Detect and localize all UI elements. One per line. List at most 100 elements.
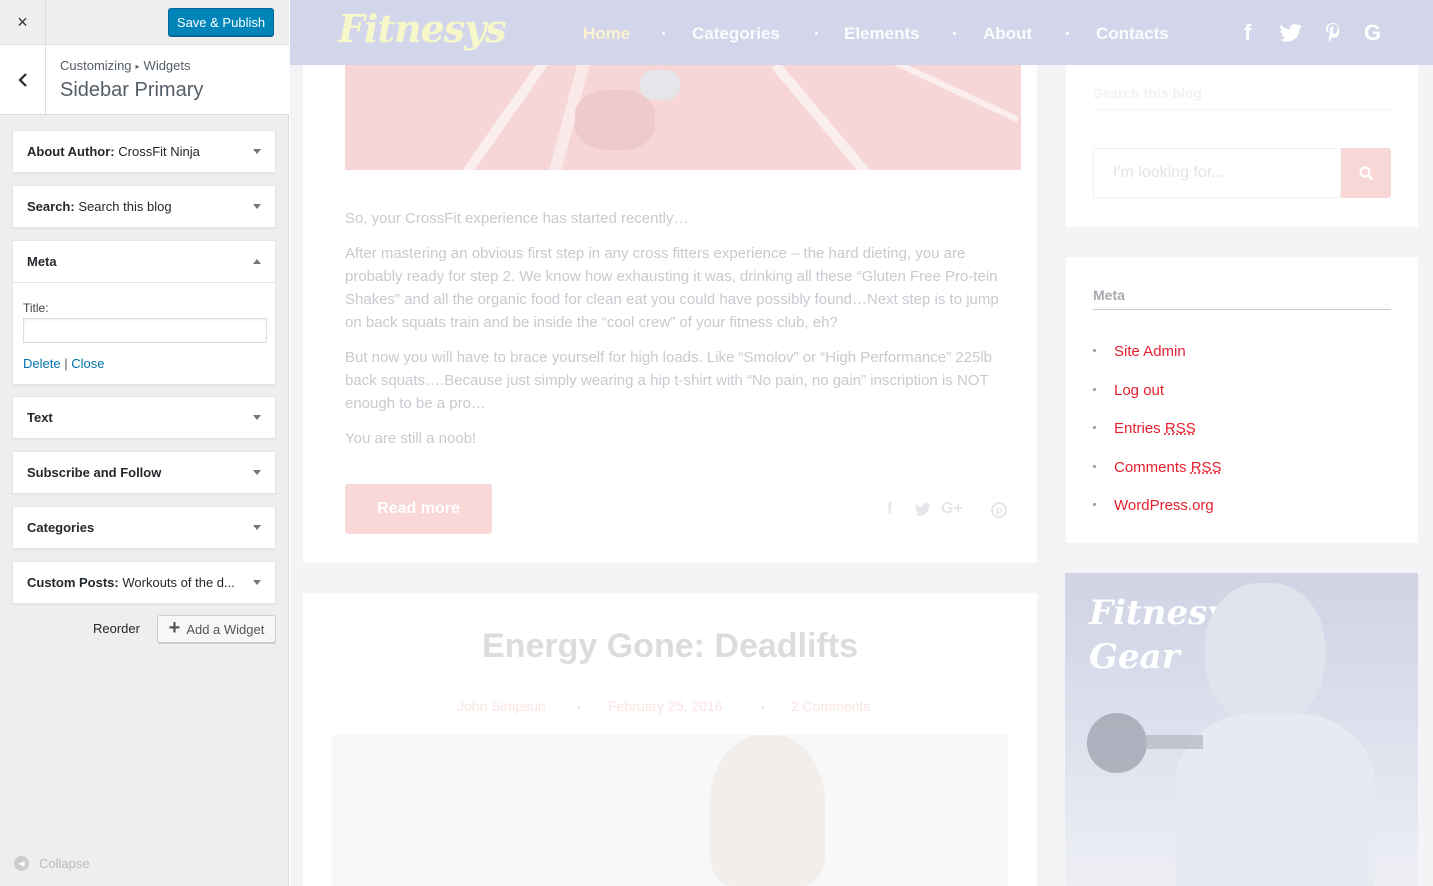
breadcrumb-widgets: Widgets bbox=[143, 58, 191, 73]
customizer-panel: × Save & Publish Customizing ▸ Widgets Sid… bbox=[0, 0, 289, 886]
widget-value: Search this blog bbox=[78, 199, 172, 214]
track-lane-line bbox=[880, 65, 1020, 123]
breadcrumb-separator-icon: ▸ bbox=[135, 62, 140, 71]
expand-arrow-icon[interactable] bbox=[253, 470, 261, 475]
twitter-icon[interactable] bbox=[1280, 24, 1302, 42]
widget-text[interactable]: Text bbox=[12, 396, 276, 439]
plus-icon: + bbox=[168, 617, 181, 639]
breadcrumb-customizing: Customizing bbox=[60, 58, 132, 73]
pinterest-icon[interactable] bbox=[1324, 22, 1342, 44]
post-paragraph: But now you will have to brace yourself … bbox=[345, 349, 992, 412]
divider bbox=[1093, 109, 1391, 110]
post-author[interactable]: John Simpsun bbox=[457, 698, 546, 714]
post-comments[interactable]: 2 Comments bbox=[791, 698, 870, 714]
meta-link-site-admin[interactable]: Site Admin bbox=[1093, 343, 1186, 360]
action-separator: | bbox=[64, 356, 68, 371]
dumbbell-bar bbox=[1143, 735, 1203, 749]
widget-value: CrossFit Ninja bbox=[118, 144, 200, 159]
expand-arrow-icon[interactable] bbox=[253, 149, 261, 154]
post-paragraph: You are still a noob! bbox=[345, 430, 477, 447]
nav-elements[interactable]: Elements bbox=[844, 24, 920, 44]
pinterest-icon[interactable]: p bbox=[991, 502, 1007, 518]
add-widget-button[interactable]: + Add a Widget bbox=[157, 615, 276, 643]
search-icon bbox=[1359, 166, 1373, 180]
search-button[interactable] bbox=[1341, 148, 1391, 198]
widget-name: Custom Posts bbox=[27, 575, 115, 590]
site-logo[interactable]: Fitnesys bbox=[338, 6, 507, 51]
expand-arrow-icon[interactable] bbox=[253, 415, 261, 420]
expand-arrow-icon[interactable] bbox=[253, 580, 261, 585]
divider bbox=[1093, 309, 1391, 310]
collapse-button[interactable]: ◀ Collapse bbox=[14, 856, 90, 871]
facebook-icon[interactable]: f bbox=[887, 500, 892, 518]
section-title-bar: Customizing ▸ Widgets Sidebar Primary bbox=[0, 45, 289, 115]
search-input[interactable]: I'm looking for... bbox=[1093, 148, 1341, 198]
nav-separator bbox=[953, 32, 956, 35]
title-label: Title: bbox=[23, 301, 49, 315]
widget-categories[interactable]: Categories bbox=[12, 506, 276, 549]
expand-arrow-icon[interactable] bbox=[253, 525, 261, 530]
delete-link[interactable]: Delete bbox=[23, 356, 61, 371]
back-button[interactable] bbox=[0, 45, 46, 114]
widget-name: Categories bbox=[27, 520, 95, 535]
nav-contacts[interactable]: Contacts bbox=[1096, 24, 1169, 44]
runner-shadow bbox=[575, 90, 655, 150]
read-more-button[interactable]: Read more bbox=[345, 484, 492, 534]
person-face bbox=[710, 735, 825, 886]
meta-widget: Meta Site Admin Log out Entries RSS Comm… bbox=[1066, 257, 1418, 543]
meta-link-comments-rss[interactable]: Comments RSS bbox=[1093, 459, 1222, 476]
widget-about-author[interactable]: About Author: CrossFit Ninja bbox=[12, 130, 276, 173]
track-lane-line bbox=[450, 65, 550, 170]
widget-subscribe-follow[interactable]: Subscribe and Follow bbox=[12, 451, 276, 494]
site-preview: So, your CrossFit experience has started… bbox=[290, 0, 1433, 886]
collapse-label: Collapse bbox=[39, 856, 90, 871]
widget-name: About Author bbox=[27, 144, 111, 159]
section-title: Sidebar Primary bbox=[60, 79, 204, 101]
reorder-link[interactable]: Reorder bbox=[93, 621, 140, 636]
nav-categories[interactable]: Categories bbox=[692, 24, 780, 44]
close-link[interactable]: Close bbox=[71, 356, 104, 371]
facebook-icon[interactable]: f bbox=[1244, 20, 1251, 46]
widget-custom-posts[interactable]: Custom Posts: Workouts of the d... bbox=[12, 561, 276, 604]
widget-name: Meta bbox=[27, 254, 57, 269]
runner-shoe bbox=[640, 70, 680, 100]
save-publish-button[interactable]: Save & Publish bbox=[168, 8, 274, 36]
post-title[interactable]: Energy Gone: Deadlifts bbox=[290, 627, 1050, 666]
post-hero-image bbox=[345, 65, 1021, 170]
widget-search[interactable]: Search: Search this blog bbox=[12, 185, 276, 228]
title-input[interactable] bbox=[23, 318, 267, 343]
track-lane-line bbox=[771, 65, 889, 170]
meta-link-wordpress[interactable]: WordPress.org bbox=[1093, 497, 1214, 514]
athlete-figure bbox=[1175, 713, 1375, 886]
post-card: So, your CrossFit experience has started… bbox=[303, 0, 1037, 563]
google-plus-icon[interactable]: G+ bbox=[941, 500, 963, 518]
widget-meta-header[interactable]: Meta bbox=[13, 241, 275, 283]
close-icon[interactable]: × bbox=[0, 0, 46, 45]
chevron-left-icon bbox=[17, 72, 27, 87]
meta-separator bbox=[761, 706, 764, 709]
breadcrumb: Customizing ▸ Widgets bbox=[60, 58, 191, 73]
widget-name: Subscribe and Follow bbox=[27, 465, 162, 480]
nav-home[interactable]: Home bbox=[583, 24, 630, 44]
widget-value: Workouts of the d... bbox=[122, 575, 235, 590]
dumbbell-icon bbox=[1087, 713, 1147, 773]
widget-meta-expanded: Meta Title: Delete | Close bbox=[12, 240, 276, 385]
widget-actions: Delete | Close bbox=[23, 356, 104, 371]
collapse-arrow-icon[interactable] bbox=[253, 259, 261, 264]
meta-link-log-out[interactable]: Log out bbox=[1093, 382, 1164, 399]
post-paragraph: So, your CrossFit experience has started… bbox=[345, 210, 689, 227]
gear-banner[interactable]: Fitnesys Gear bbox=[1065, 573, 1418, 886]
meta-link-entries-rss[interactable]: Entries RSS bbox=[1093, 420, 1196, 437]
nav-separator bbox=[1066, 32, 1069, 35]
expand-arrow-icon[interactable] bbox=[253, 204, 261, 209]
google-icon[interactable]: G bbox=[1364, 20, 1381, 46]
customizer-header: × Save & Publish bbox=[0, 0, 289, 45]
nav-about[interactable]: About bbox=[983, 24, 1032, 44]
post-date[interactable]: February 25, 2016 bbox=[608, 698, 722, 714]
collapse-arrow-icon: ◀ bbox=[14, 856, 29, 871]
site-navbar: Fitnesys Home Categories Elements About … bbox=[290, 0, 1433, 65]
post-paragraph: After mastering an obvious first step in… bbox=[345, 245, 999, 331]
search-widget: Search this blog bbox=[1066, 45, 1418, 227]
meta-separator bbox=[577, 706, 580, 709]
twitter-icon[interactable] bbox=[915, 503, 931, 516]
